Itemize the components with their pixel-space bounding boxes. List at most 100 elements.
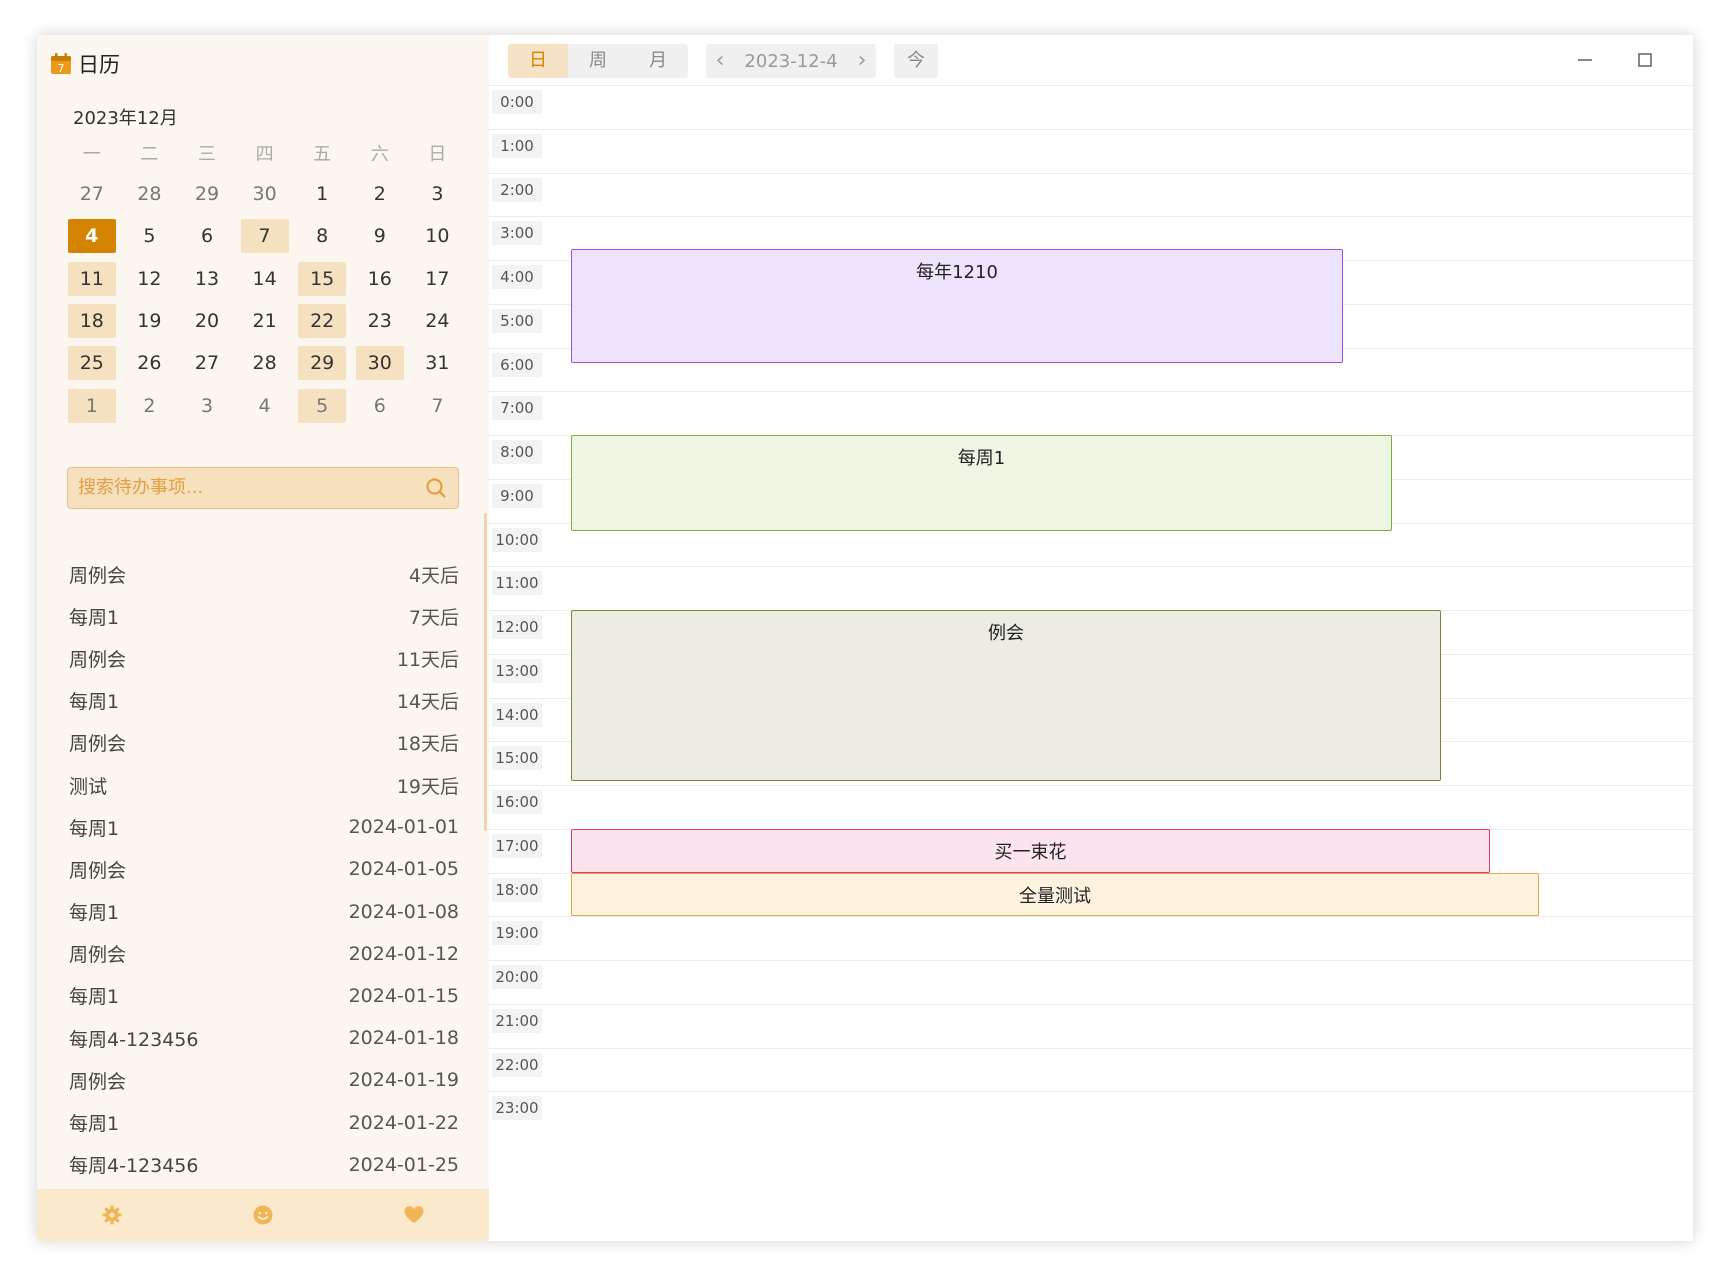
calendar-event[interactable]: 每周1 <box>571 435 1392 532</box>
todo-list-item[interactable]: 每周1 2024-01-01 <box>69 806 459 848</box>
calendar-event[interactable]: 全量测试 <box>571 872 1539 917</box>
sidebar-scrollbar[interactable] <box>484 513 487 831</box>
mini-calendar-day[interactable]: 9 <box>351 219 409 253</box>
view-tab[interactable]: 日 <box>508 44 568 78</box>
day-number: 1 <box>316 183 329 206</box>
mini-calendar-day[interactable]: 7 <box>236 219 294 254</box>
todo-due: 2024-01-05 <box>348 858 459 881</box>
toolbar: 日周月 ‹ 2023-12-4 › 今 <box>489 35 1693 85</box>
mini-calendar-day[interactable]: 4 <box>236 389 294 423</box>
mini-calendar-day[interactable]: 27 <box>178 346 236 380</box>
mini-calendar-day[interactable]: 26 <box>121 346 179 380</box>
search-input[interactable]: 搜索待办事项... <box>67 467 459 509</box>
hour-row: 7:00 <box>489 391 1693 436</box>
calendar-event[interactable]: 买一束花 <box>571 828 1490 873</box>
mini-calendar-day[interactable]: 1 <box>63 388 121 423</box>
todo-list-item[interactable]: 周例会 2024-01-12 <box>69 933 459 975</box>
gear-icon[interactable] <box>101 1204 123 1226</box>
mini-calendar-day[interactable]: 28 <box>236 346 294 380</box>
mini-calendar-day[interactable]: 2 <box>351 177 409 211</box>
search-icon[interactable] <box>426 478 446 498</box>
todo-list-item[interactable]: 每周4-123456 2024-01-25 <box>69 1144 459 1186</box>
hour-label: 6:00 <box>492 352 542 377</box>
todo-list-item[interactable]: 周例会 2024-01-05 <box>69 848 459 890</box>
maximize-icon[interactable] <box>1632 47 1658 73</box>
view-tab[interactable]: 月 <box>628 44 688 78</box>
mini-calendar-day[interactable]: 27 <box>63 177 121 211</box>
calendar-event[interactable]: 每年1210 <box>571 249 1343 363</box>
mini-calendar-day[interactable]: 15 <box>293 261 351 296</box>
todo-due: 2024-01-22 <box>348 1111 459 1134</box>
minimize-icon[interactable] <box>1572 47 1598 73</box>
hour-label: 7:00 <box>492 396 542 421</box>
day-view[interactable]: 0:00 1:00 2:00 3:00 4:00 5:00 6:00 7:00 8:00 9:00… <box>489 85 1693 1241</box>
todo-list-item[interactable]: 测试 19天后 <box>69 764 459 806</box>
mini-calendar-day[interactable]: 3 <box>409 177 467 211</box>
todo-list-item[interactable]: 每周1 7天后 <box>69 595 459 637</box>
today-button[interactable]: 今 <box>894 44 938 78</box>
day-number: 22 <box>298 304 347 339</box>
day-number: 21 <box>252 310 277 333</box>
mini-calendar-day[interactable]: 23 <box>351 304 409 338</box>
todo-list-item[interactable]: 每周1 2024-01-08 <box>69 891 459 933</box>
mini-calendar-day[interactable]: 16 <box>351 262 409 296</box>
mini-calendar-day[interactable]: 19 <box>121 304 179 338</box>
mini-calendar-day[interactable]: 5 <box>293 388 351 423</box>
todo-title: 每周4-123456 <box>69 1028 199 1051</box>
todo-title: 测试 <box>69 775 108 798</box>
mini-calendar-day[interactable]: 12 <box>121 262 179 296</box>
mini-calendar-day[interactable]: 6 <box>178 219 236 253</box>
close-icon[interactable] <box>1692 47 1693 73</box>
day-number: 18 <box>67 304 116 339</box>
mini-calendar-day[interactable]: 18 <box>63 304 121 339</box>
mini-calendar-day[interactable]: 24 <box>409 304 467 338</box>
todo-list-item[interactable]: 每周1 2024-01-15 <box>69 975 459 1017</box>
mini-calendar-day[interactable]: 1 <box>293 177 351 211</box>
mini-calendar-day[interactable]: 3 <box>178 389 236 423</box>
calendar-event[interactable]: 例会 <box>571 610 1441 781</box>
mini-calendar-day[interactable]: 30 <box>351 346 409 381</box>
mini-calendar-day[interactable]: 21 <box>236 304 294 338</box>
search-placeholder: 搜索待办事项... <box>78 477 204 498</box>
mini-calendar-day[interactable]: 20 <box>178 304 236 338</box>
mini-calendar-day[interactable]: 31 <box>409 346 467 380</box>
day-number: 29 <box>298 346 347 381</box>
todo-due: 2024-01-19 <box>348 1069 459 1092</box>
mini-calendar-day[interactable]: 17 <box>409 262 467 296</box>
todo-list-item[interactable]: 每周4-123456 2024-01-18 <box>69 1017 459 1059</box>
todo-due: 14天后 <box>396 691 459 714</box>
hour-label: 2:00 <box>492 177 542 202</box>
mini-calendar-day[interactable]: 2 <box>121 389 179 423</box>
mini-calendar-day[interactable]: 8 <box>293 219 351 253</box>
mini-calendar-day[interactable]: 11 <box>63 261 121 296</box>
mini-calendar-day[interactable]: 30 <box>236 177 294 211</box>
mini-calendar-day[interactable]: 10 <box>409 219 467 253</box>
todo-list-item[interactable]: 周例会 11天后 <box>69 637 459 679</box>
mini-calendar-day[interactable]: 25 <box>63 346 121 381</box>
day-number: 24 <box>425 310 450 333</box>
chevron-right-icon[interactable]: › <box>848 44 876 78</box>
mini-calendar-day[interactable]: 29 <box>178 177 236 211</box>
todo-list-item[interactable]: 每周1 14天后 <box>69 680 459 722</box>
mini-calendar-day[interactable]: 7 <box>409 389 467 423</box>
mini-calendar-day[interactable]: 29 <box>293 346 351 381</box>
hour-label: 17:00 <box>492 833 542 858</box>
weekday-label: 二 <box>140 144 159 165</box>
todo-list-item[interactable]: 周例会 18天后 <box>69 722 459 764</box>
event-title: 每周1 <box>957 448 1006 469</box>
mini-calendar-day[interactable]: 6 <box>351 389 409 423</box>
smile-icon[interactable] <box>252 1204 274 1226</box>
todo-list-item[interactable]: 周例会 4天后 <box>69 553 459 595</box>
heart-icon[interactable] <box>403 1204 425 1226</box>
chevron-left-icon[interactable]: ‹ <box>706 44 734 78</box>
mini-calendar-day[interactable]: 13 <box>178 262 236 296</box>
event-title: 买一束花 <box>994 841 1067 863</box>
mini-calendar-day[interactable]: 5 <box>121 219 179 253</box>
mini-calendar-day[interactable]: 28 <box>121 177 179 211</box>
todo-list-item[interactable]: 每周1 2024-01-22 <box>69 1101 459 1143</box>
mini-calendar-day[interactable]: 22 <box>293 304 351 339</box>
mini-calendar-today[interactable]: 4 <box>63 219 121 254</box>
mini-calendar-day[interactable]: 14 <box>236 262 294 296</box>
view-tab[interactable]: 周 <box>568 44 628 78</box>
todo-list-item[interactable]: 周例会 2024-01-19 <box>69 1059 459 1101</box>
